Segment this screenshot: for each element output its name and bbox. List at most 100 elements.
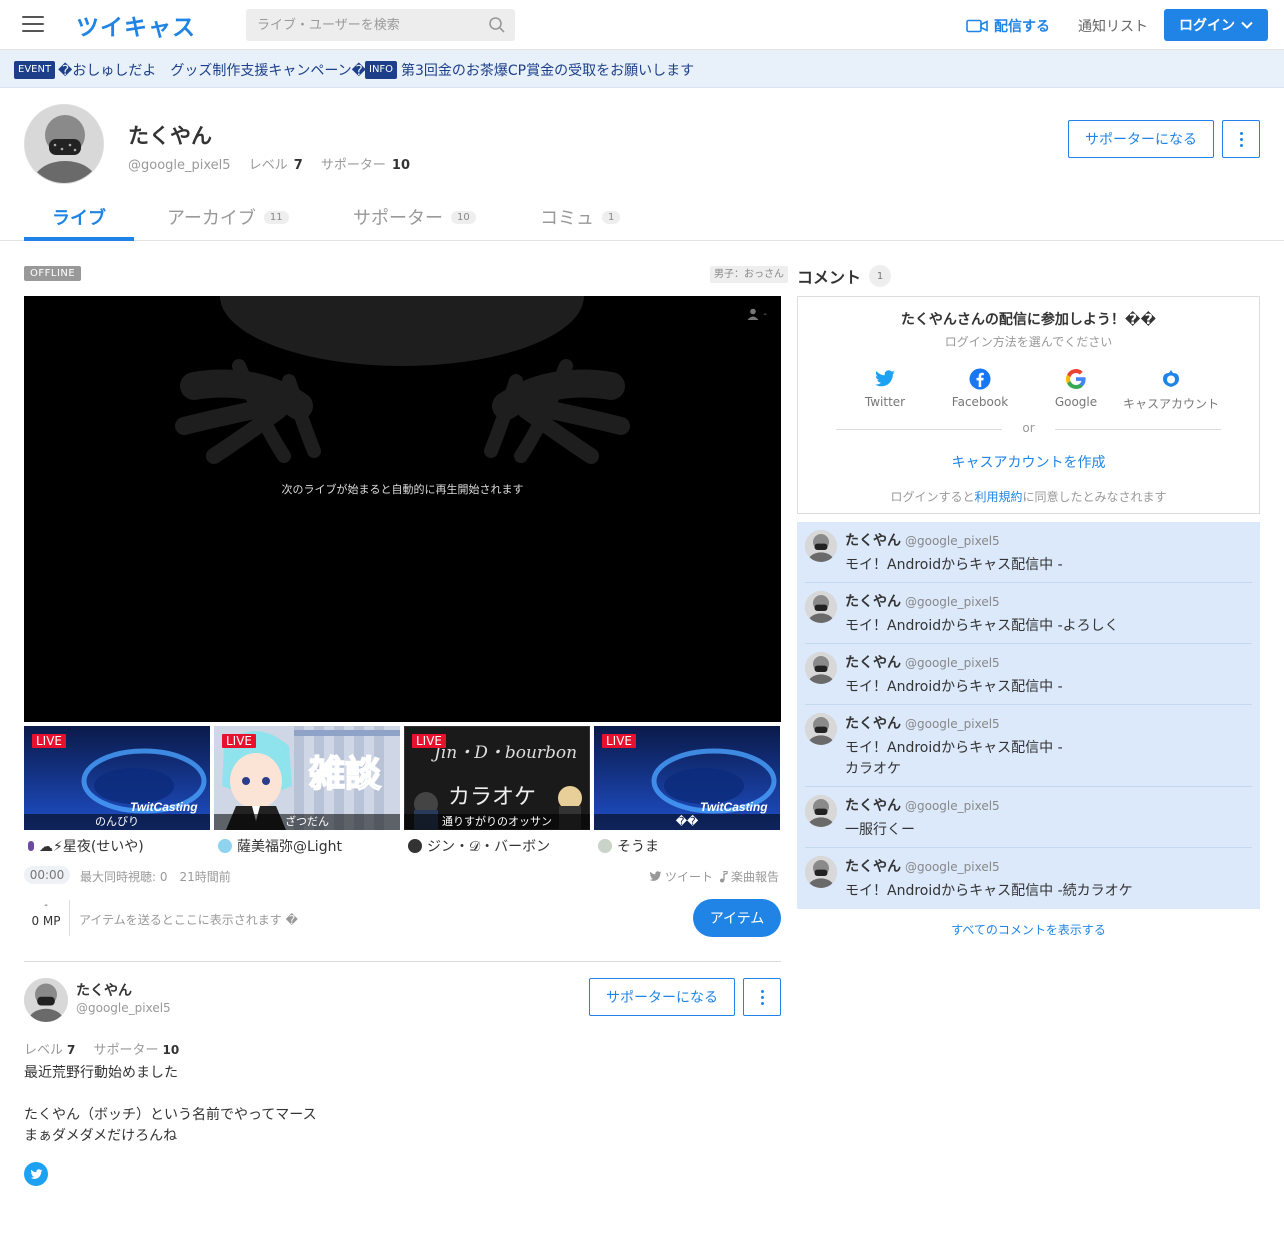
twitter-profile-link[interactable] bbox=[24, 1162, 48, 1186]
search-box bbox=[246, 9, 515, 41]
live-thumbnail: TwitCasting LIVE のんびり bbox=[24, 726, 210, 830]
supporter-label: サポーター bbox=[93, 1043, 159, 1058]
bottom-profile-meta: レベル 7 サポーター 10 bbox=[24, 1039, 179, 1058]
logo[interactable]: ツイキャス bbox=[76, 8, 196, 42]
tab-supporter[interactable]: サポーター 10 bbox=[353, 204, 476, 230]
twitcasting-logo-text: TwitCasting bbox=[700, 800, 768, 814]
comment-author[interactable]: たくやん @google_pixel5 bbox=[845, 795, 1000, 815]
login-google-button[interactable]: Google bbox=[1028, 367, 1124, 409]
comment-author[interactable]: たくやん @google_pixel5 bbox=[845, 591, 1000, 611]
broadcast-link[interactable]: 配信する bbox=[966, 16, 1050, 36]
bottom-profile-handle: @google_pixel5 bbox=[76, 1001, 171, 1015]
terms-link[interactable]: 利用規約 bbox=[974, 490, 1022, 504]
tweet-link[interactable]: ツイート bbox=[649, 868, 713, 885]
twitcasting-icon bbox=[1163, 370, 1179, 387]
event-notice-link[interactable]: �おしゅしだよ グッズ制作支援キャンペーン� bbox=[58, 60, 366, 80]
broadcast-label: 配信する bbox=[994, 19, 1050, 35]
avatar[interactable] bbox=[805, 530, 837, 562]
avatar[interactable] bbox=[805, 795, 837, 827]
tab-community[interactable]: コミュ 1 bbox=[540, 204, 621, 230]
person-icon bbox=[747, 308, 759, 320]
avatar[interactable] bbox=[805, 591, 837, 623]
user-avatar bbox=[598, 839, 612, 853]
create-account-link[interactable]: キャスアカウントを作成 bbox=[798, 452, 1259, 472]
more-options-button[interactable] bbox=[1222, 120, 1260, 158]
comment-text: モイ！Androidからキャス配信中 - bbox=[845, 679, 1063, 695]
become-supporter-button[interactable]: サポーターになる bbox=[1068, 120, 1214, 158]
header: ツイキャス 配信する 通知リスト ログイン bbox=[0, 0, 1284, 50]
live-badge: LIVE bbox=[412, 734, 447, 748]
live-thumbnail: 雑談 LIVE ざつだん bbox=[214, 726, 400, 830]
login-facebook-button[interactable]: Facebook bbox=[932, 367, 1028, 409]
mp-balance: - 0 MP bbox=[24, 901, 68, 929]
terms-prefix: ログインすると bbox=[890, 490, 975, 504]
tab-live[interactable]: ライブ bbox=[52, 204, 106, 230]
tab-community-count: 1 bbox=[602, 210, 621, 224]
avatar[interactable] bbox=[805, 856, 837, 888]
item-button[interactable]: アイテム bbox=[693, 899, 781, 937]
more-options-button[interactable] bbox=[743, 978, 781, 1016]
comment-item: たくやん @google_pixel5 モイ！Androidからキャス配信中 - bbox=[805, 522, 1252, 583]
divider bbox=[69, 900, 70, 936]
login-twitter-button[interactable]: Twitter bbox=[837, 367, 933, 409]
login-subtitle: ログイン方法を選んでください bbox=[944, 335, 1113, 349]
category-tag[interactable]: 男子：おっさん bbox=[710, 266, 788, 283]
level-label: レベル bbox=[24, 1043, 64, 1058]
comment-title: コメント bbox=[797, 268, 862, 287]
twitter-icon bbox=[649, 871, 662, 881]
tab-archive[interactable]: アーカイブ 11 bbox=[167, 204, 289, 230]
show-all-comments-link[interactable]: すべてのコメントを表示する bbox=[797, 921, 1260, 938]
live-user-name: 薩美福弥@Light bbox=[237, 839, 342, 855]
comment-text: モイ！Androidからキャス配信中 - bbox=[845, 557, 1063, 573]
level-value: 7 bbox=[67, 1043, 76, 1057]
zatsudan-text: 雑談 bbox=[308, 754, 381, 795]
level-value: 7 bbox=[293, 158, 303, 173]
live-caption: のんびり bbox=[24, 814, 210, 830]
notification-list-link[interactable]: 通知リスト bbox=[1078, 16, 1148, 36]
comment-item: たくやん @google_pixel5 モイ！Androidからキャス配信中 -よ… bbox=[805, 583, 1252, 644]
avatar[interactable] bbox=[805, 652, 837, 684]
live-card[interactable]: 雑談 LIVE ざつだん 薩美福弥@Light bbox=[214, 726, 401, 856]
viewer-count-value: - bbox=[763, 308, 767, 320]
live-user[interactable]: ジン・𝒟・バーボン bbox=[408, 836, 550, 856]
search-input[interactable] bbox=[246, 9, 481, 41]
live-user[interactable]: 薩美福弥@Light bbox=[218, 836, 342, 856]
login-button[interactable]: ログイン bbox=[1164, 9, 1268, 41]
live-user[interactable]: ☁︎⚡︎星夜(せいや) bbox=[28, 836, 144, 856]
info-notice-link[interactable]: 第3回金のお茶爆CP賞金の受取をお願いします bbox=[401, 60, 694, 80]
live-user[interactable]: そうま bbox=[598, 836, 659, 856]
event-tag: EVENT bbox=[14, 61, 56, 79]
avatar[interactable] bbox=[24, 978, 68, 1022]
live-user-name: ☁︎⚡︎星夜(せいや) bbox=[39, 839, 144, 855]
live-card[interactable]: Jin・D・bourbon カラオケ LIVE 通りすがりのオッサン ジン・𝒟・… bbox=[404, 726, 591, 856]
user-avatar bbox=[218, 839, 232, 853]
music-note-icon bbox=[720, 870, 728, 882]
avatar[interactable] bbox=[805, 713, 837, 745]
login-cas-account-button[interactable]: キャスアカウント bbox=[1123, 367, 1219, 412]
comment-author[interactable]: たくやん @google_pixel5 bbox=[845, 652, 1000, 672]
video-player[interactable]: - 次のライブが始まると自動的に再生開始されます bbox=[24, 296, 781, 722]
terms-suffix: に同意したとみなされます bbox=[1022, 490, 1167, 504]
live-card[interactable]: TwitCasting LIVE �� そうま bbox=[594, 726, 781, 856]
music-report-link[interactable]: 楽曲報告 bbox=[719, 868, 779, 885]
notice-bar: EVENT �おしゅしだよ グッズ制作支援キャンペーン� INFO 第3回金のお… bbox=[0, 50, 1284, 88]
comment-text: モイ！Androidからキャス配信中 -続カラオケ bbox=[845, 883, 1133, 899]
karaoke-text: カラオケ bbox=[448, 785, 536, 810]
comment-author[interactable]: たくやん @google_pixel5 bbox=[845, 530, 1000, 550]
search-icon[interactable] bbox=[488, 16, 506, 34]
comment-author[interactable]: たくやん @google_pixel5 bbox=[845, 856, 1000, 876]
level-label: レベル bbox=[248, 158, 288, 173]
bottom-profile-name[interactable]: たくやん bbox=[76, 980, 132, 1000]
active-tab-indicator bbox=[24, 237, 134, 241]
comment-text: モイ！Androidからキャス配信中 -よろしく bbox=[845, 618, 1119, 634]
comment-item: たくやん @google_pixel5 モイ！Androidからキャス配信中 - bbox=[805, 644, 1252, 705]
comment-header: コメント 1 bbox=[797, 264, 892, 288]
login-google-label: Google bbox=[1054, 395, 1098, 409]
user-avatar bbox=[28, 841, 34, 851]
live-card[interactable]: TwitCasting LIVE のんびり ☁︎⚡︎星夜(せいや) bbox=[24, 726, 211, 856]
comment-author[interactable]: たくやん @google_pixel5 bbox=[845, 713, 1000, 733]
live-thumbnail: TwitCasting LIVE �� bbox=[594, 726, 780, 830]
become-supporter-button[interactable]: サポーターになる bbox=[589, 978, 735, 1016]
elapsed-time: 00:00 bbox=[24, 866, 70, 884]
menu-icon[interactable] bbox=[22, 16, 44, 34]
